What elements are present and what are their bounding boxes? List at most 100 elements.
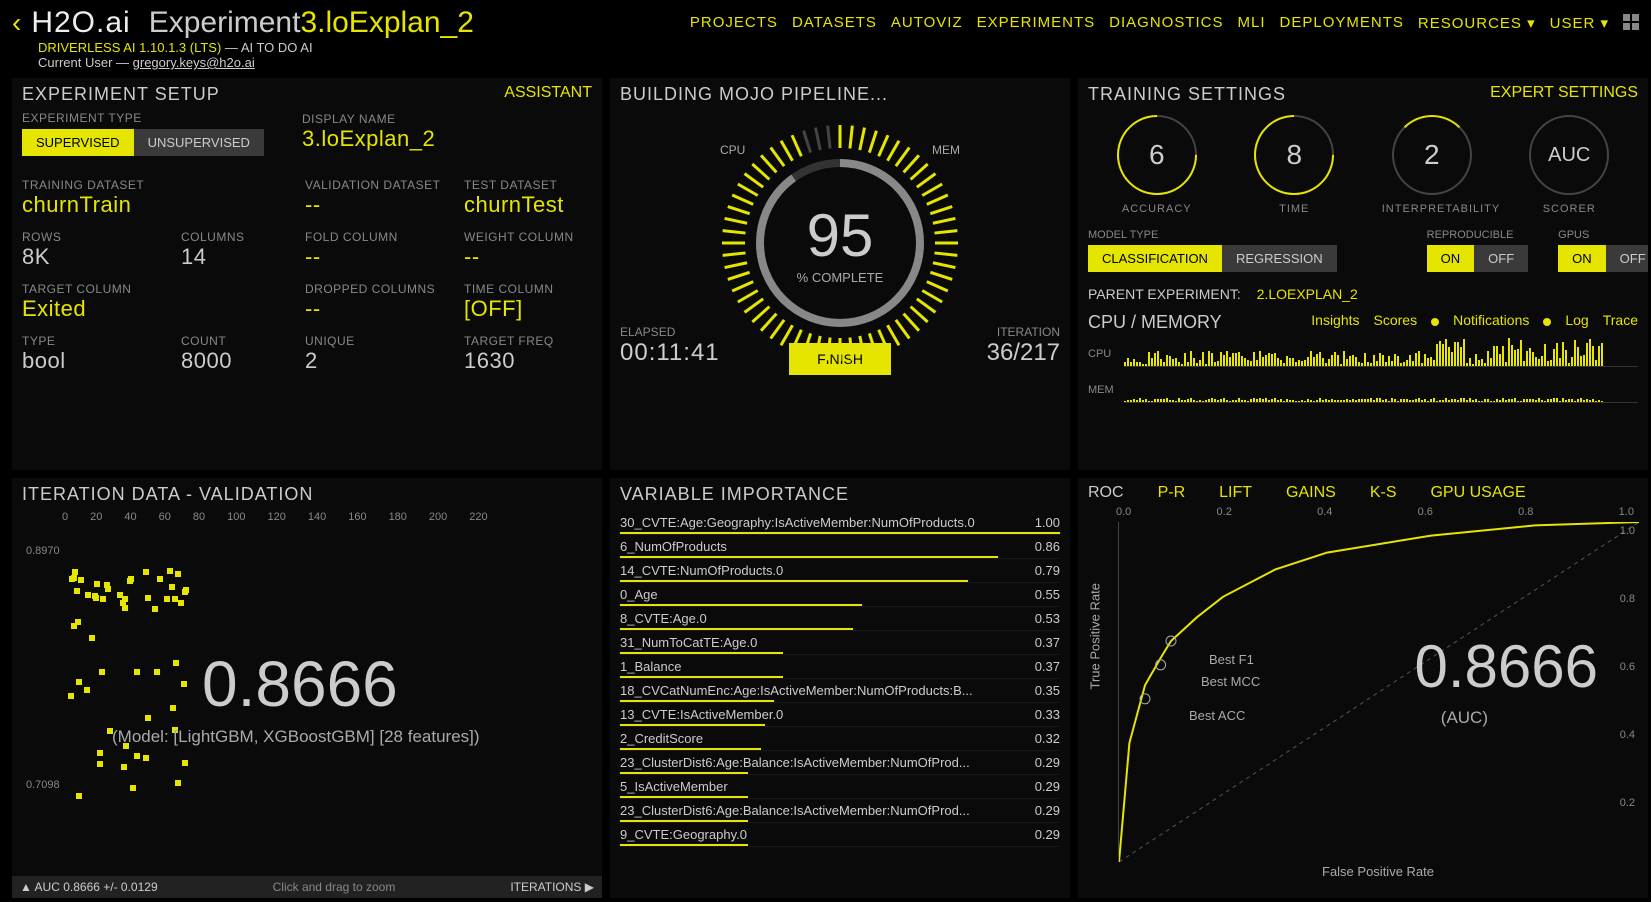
gpus-off-button[interactable]: OFF: [1606, 245, 1648, 272]
tab-roc[interactable]: ROC: [1088, 484, 1124, 502]
roc-x-ticks: 0.00.20.40.60.81.0: [1116, 506, 1634, 518]
expert-settings-link[interactable]: EXPERT SETTINGS: [1490, 84, 1638, 102]
nav-user[interactable]: USER ▾: [1550, 14, 1609, 32]
tab-pr[interactable]: P-R: [1158, 484, 1186, 502]
validation-dataset-label: VALIDATION DATASET: [305, 178, 460, 192]
tab-insights[interactable]: Insights: [1311, 312, 1359, 328]
vi-row[interactable]: 18_CVCatNumEnc:Age:IsActiveMember:NumOfP…: [620, 679, 1060, 703]
vi-row[interactable]: 5_IsActiveMember0.29: [620, 775, 1060, 799]
display-name-label: DISPLAY NAME: [302, 112, 435, 126]
vi-row[interactable]: 8_CVTE:Age.00.53: [620, 607, 1060, 631]
svg-text:0.8: 0.8: [1620, 593, 1635, 605]
target-val[interactable]: Exited: [22, 296, 177, 322]
vi-value: 0.53: [1035, 611, 1060, 626]
time-val[interactable]: [OFF]: [464, 296, 602, 322]
vi-list: 30_CVTE:Age:Geography:IsActiveMember:Num…: [620, 511, 1060, 847]
vi-value: 0.29: [1035, 755, 1060, 770]
tab-ks[interactable]: K-S: [1370, 484, 1397, 502]
gpus-label: GPUS: [1558, 229, 1648, 241]
nav-mli[interactable]: MLI: [1238, 14, 1266, 32]
dial-scorer[interactable]: AUC: [1529, 115, 1609, 195]
target-label: TARGET COLUMN: [22, 282, 177, 296]
regression-button[interactable]: REGRESSION: [1222, 245, 1337, 272]
dial-scorer-label: SCORER: [1519, 203, 1619, 215]
nav-resources[interactable]: RESOURCES ▾: [1418, 14, 1536, 32]
classification-button[interactable]: CLASSIFICATION: [1088, 245, 1222, 272]
cpu-label: CPU: [720, 143, 745, 157]
grid-menu-icon[interactable]: [1623, 14, 1639, 30]
roc-chart[interactable]: True Positive Rate 1.00.80.60.40.2 0.866…: [1118, 522, 1638, 862]
vi-row[interactable]: 6_NumOfProducts0.86: [620, 535, 1060, 559]
assistant-link[interactable]: ASSISTANT: [504, 84, 592, 102]
tab-gains[interactable]: GAINS: [1286, 484, 1336, 502]
display-name[interactable]: 3.loExplan_2: [302, 126, 435, 152]
unique-label: UNIQUE: [305, 334, 460, 348]
parent-experiment-label: PARENT EXPERIMENT:: [1088, 286, 1241, 302]
nav-diagnostics[interactable]: DIAGNOSTICS: [1109, 14, 1223, 32]
vi-row[interactable]: 14_CVTE:NumOfProducts.00.79: [620, 559, 1060, 583]
dial-interpretability-val: 2: [1424, 139, 1440, 171]
vi-name: 30_CVTE:Age:Geography:IsActiveMember:Num…: [620, 515, 975, 530]
tab-gpu-usage[interactable]: GPU USAGE: [1430, 484, 1525, 502]
training-dataset[interactable]: churnTrain: [22, 192, 177, 218]
vi-row[interactable]: 30_CVTE:Age:Geography:IsActiveMember:Num…: [620, 511, 1060, 535]
vi-name: 31_NumToCatTE:Age.0: [620, 635, 757, 650]
version-text: DRIVERLESS AI 1.10.1.3 (LTS): [38, 40, 221, 55]
gpus-on-button[interactable]: ON: [1558, 245, 1606, 272]
nav-deployments[interactable]: DEPLOYMENTS: [1280, 14, 1404, 32]
nav-datasets[interactable]: DATASETS: [792, 14, 877, 32]
nav-projects[interactable]: PROJECTS: [690, 14, 778, 32]
roc-best-mcc: Best MCC: [1201, 674, 1260, 689]
roc-score: 0.8666: [1414, 632, 1598, 701]
unsupervised-button[interactable]: UNSUPERVISED: [134, 129, 264, 156]
tagline: — AI TO DO AI: [225, 40, 313, 55]
vi-value: 0.35: [1035, 683, 1060, 698]
vi-value: 0.79: [1035, 563, 1060, 578]
tab-log[interactable]: Log: [1565, 312, 1588, 328]
vi-row[interactable]: 1_Balance0.37: [620, 655, 1060, 679]
rows-val: 8K: [22, 244, 177, 270]
vi-row[interactable]: 31_NumToCatTE:Age.00.37: [620, 631, 1060, 655]
vi-row[interactable]: 23_ClusterDist6:Age:Balance:IsActiveMemb…: [620, 751, 1060, 775]
nav-experiments[interactable]: EXPERIMENTS: [977, 14, 1096, 32]
parent-experiment-link[interactable]: 2.LOEXPLAN_2: [1257, 286, 1358, 302]
vi-row[interactable]: 9_CVTE:Geography.00.29: [620, 823, 1060, 847]
vi-row[interactable]: 0_Age0.55: [620, 583, 1060, 607]
validation-dataset[interactable]: --: [305, 192, 460, 218]
progress-title: BUILDING MOJO PIPELINE...: [620, 84, 1060, 105]
iteration-score: 0.8666: [202, 647, 398, 721]
tab-notifications[interactable]: Notifications: [1453, 312, 1529, 328]
nav-autoviz[interactable]: AUTOVIZ: [891, 14, 963, 32]
fold-val[interactable]: --: [305, 244, 460, 270]
reproducible-off-button[interactable]: OFF: [1474, 245, 1528, 272]
vi-name: 23_ClusterDist6:Age:Balance:IsActiveMemb…: [620, 755, 970, 770]
footer-iterations-button[interactable]: ITERATIONS ▶: [510, 880, 594, 894]
iteration-chart[interactable]: 0.8970 0.7098 0.8666 (Model: [LightGBM, …: [22, 527, 592, 827]
dial-time[interactable]: 8: [1254, 115, 1334, 195]
tab-lift[interactable]: LIFT: [1219, 484, 1252, 502]
iteration-footer: ▲ AUC 0.8666 +/- 0.0129 Click and drag t…: [12, 876, 602, 898]
svg-text:0.6: 0.6: [1620, 661, 1635, 673]
vi-row[interactable]: 13_CVTE:IsActiveMember.00.33: [620, 703, 1060, 727]
vi-row[interactable]: 2_CreditScore0.32: [620, 727, 1060, 751]
tab-trace[interactable]: Trace: [1603, 312, 1638, 328]
reproducible-label: REPRODUCIBLE: [1427, 229, 1529, 241]
iteration-scatter-points: [62, 557, 202, 817]
tab-scores[interactable]: Scores: [1374, 312, 1418, 328]
roc-auc-label: (AUC): [1441, 708, 1488, 728]
roc-best-acc: Best ACC: [1189, 708, 1245, 723]
tfreq-val: 1630: [464, 348, 602, 374]
fold-label: FOLD COLUMN: [305, 230, 460, 244]
dial-interpretability-label: INTERPRETABILITY: [1382, 203, 1482, 215]
notification-dot-icon: [1543, 318, 1551, 326]
weight-val[interactable]: --: [464, 244, 602, 270]
dial-accuracy[interactable]: 6: [1117, 115, 1197, 195]
dial-interpretability[interactable]: 2: [1392, 115, 1472, 195]
supervised-button[interactable]: SUPERVISED: [22, 129, 134, 156]
test-dataset[interactable]: churnTest: [464, 192, 602, 218]
reproducible-on-button[interactable]: ON: [1427, 245, 1475, 272]
dropped-val[interactable]: --: [305, 296, 460, 322]
vi-row[interactable]: 23_ClusterDist6:Age:Balance:IsActiveMemb…: [620, 799, 1060, 823]
vi-name: 2_CreditScore: [620, 731, 703, 746]
back-icon[interactable]: ‹: [12, 7, 21, 39]
